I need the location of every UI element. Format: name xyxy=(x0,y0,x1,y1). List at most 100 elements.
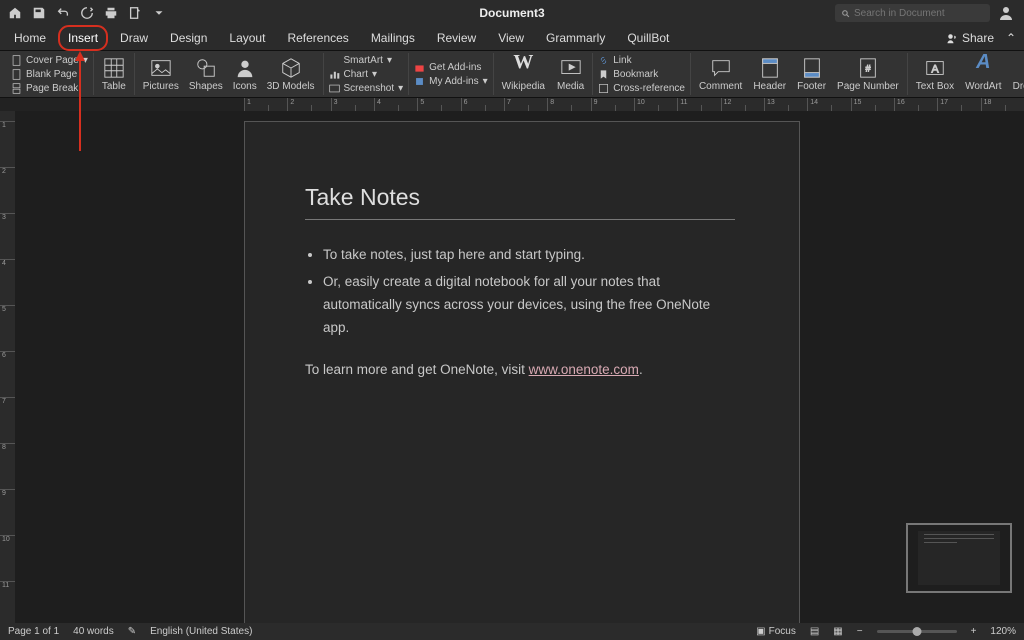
tab-references[interactable]: References xyxy=(285,28,350,48)
cube-icon xyxy=(280,57,302,79)
tab-mailings[interactable]: Mailings xyxy=(369,28,417,48)
header-icon xyxy=(759,57,781,79)
tab-draw[interactable]: Draw xyxy=(118,28,150,48)
screenshot-button[interactable]: Screenshot ▾ xyxy=(329,82,404,95)
shapes-button[interactable]: Shapes xyxy=(186,53,226,95)
tab-grammarly[interactable]: Grammarly xyxy=(544,28,607,48)
wikipedia-button[interactable]: WWikipedia xyxy=(499,53,548,95)
user-account-icon[interactable] xyxy=(998,5,1014,21)
bookmark-button[interactable]: Bookmark xyxy=(598,68,685,81)
wordart-icon: A xyxy=(972,57,994,79)
store-icon xyxy=(414,62,425,73)
table-icon xyxy=(103,57,125,79)
doc-heading[interactable]: Take Notes xyxy=(305,184,739,211)
status-page[interactable]: Page 1 of 1 xyxy=(8,626,59,637)
smartart-button[interactable]: SmartArt ▾ xyxy=(329,54,404,67)
chart-icon xyxy=(329,69,340,80)
media-icon xyxy=(560,57,582,79)
ribbon-expand-icon[interactable]: ⌃ xyxy=(1006,31,1016,45)
search-icon xyxy=(841,8,850,19)
document-page[interactable]: Take Notes To take notes, just tap here … xyxy=(244,121,800,623)
page-icon xyxy=(11,69,22,80)
vertical-ruler[interactable]: 1234567891011 xyxy=(0,111,15,623)
media-button[interactable]: Media xyxy=(554,53,587,95)
undo-icon[interactable] xyxy=(56,6,70,20)
pictures-button[interactable]: Pictures xyxy=(140,53,182,95)
bookmark-icon xyxy=(598,69,609,80)
tab-insert[interactable]: Insert xyxy=(66,28,100,48)
footer-icon xyxy=(801,57,823,79)
link-button[interactable]: Link xyxy=(598,54,685,67)
comment-icon xyxy=(710,57,732,79)
focus-mode-button[interactable]: ▣ Focus xyxy=(756,626,796,637)
horizontal-ruler[interactable]: 123456789101112131415161718 xyxy=(0,98,1024,111)
view-web-icon[interactable]: ▦ xyxy=(833,626,842,637)
wikipedia-icon: W xyxy=(512,57,534,79)
tab-quillbot[interactable]: QuillBot xyxy=(625,28,671,48)
home-icon[interactable] xyxy=(8,6,22,20)
redo-icon[interactable] xyxy=(80,6,94,20)
icons-icon xyxy=(234,57,256,79)
tab-review[interactable]: Review xyxy=(435,28,478,48)
zoom-in-button[interactable]: + xyxy=(971,626,977,637)
tab-view[interactable]: View xyxy=(496,28,526,48)
doc-bullet[interactable]: Or, easily create a digital notebook for… xyxy=(323,271,723,340)
share-label: Share xyxy=(962,31,994,45)
text-box-icon: A xyxy=(924,57,946,79)
share-icon xyxy=(946,32,958,44)
3d-models-button[interactable]: 3D Models xyxy=(264,53,318,95)
page-number-button[interactable]: #Page Number xyxy=(834,53,902,95)
tab-home[interactable]: Home xyxy=(12,28,48,48)
blank-page-button[interactable]: Blank Page xyxy=(11,68,88,81)
smartart-icon xyxy=(329,55,340,66)
status-language[interactable]: English (United States) xyxy=(150,626,252,637)
doc-paragraph[interactable]: To learn more and get OneNote, visit www… xyxy=(305,362,739,377)
screenshot-icon xyxy=(329,83,340,94)
text-box-button[interactable]: AText Box xyxy=(913,53,957,95)
drop-cap-button[interactable]: ADrop Cap xyxy=(1010,53,1024,95)
save-icon[interactable] xyxy=(32,6,46,20)
view-print-icon[interactable]: ▤ xyxy=(810,626,819,637)
wordart-button[interactable]: AWordArt xyxy=(962,53,1005,95)
pictures-icon xyxy=(150,57,172,79)
print-icon[interactable] xyxy=(104,6,118,20)
document-title: Document3 xyxy=(479,6,544,20)
navigation-thumbnail[interactable] xyxy=(906,523,1012,593)
header-button[interactable]: Header xyxy=(750,53,789,95)
chart-button[interactable]: Chart ▾ xyxy=(329,68,404,81)
zoom-slider[interactable] xyxy=(877,630,957,633)
footer-button[interactable]: Footer xyxy=(794,53,829,95)
shapes-icon xyxy=(195,57,217,79)
comment-button[interactable]: Comment xyxy=(696,53,745,95)
tab-design[interactable]: Design xyxy=(168,28,209,48)
addins-icon xyxy=(414,76,425,87)
my-addins-button[interactable]: My Add-ins ▾ xyxy=(414,75,488,88)
svg-text:#: # xyxy=(865,63,871,73)
tab-layout[interactable]: Layout xyxy=(227,28,267,48)
break-icon xyxy=(11,83,22,94)
cross-reference-button[interactable]: Cross-reference xyxy=(598,82,685,95)
page-icon xyxy=(11,55,22,66)
new-icon[interactable] xyxy=(128,6,142,20)
svg-text:A: A xyxy=(931,63,939,75)
icons-button[interactable]: Icons xyxy=(230,53,260,95)
zoom-level[interactable]: 120% xyxy=(990,626,1016,637)
search-box[interactable] xyxy=(835,4,990,22)
doc-link[interactable]: www.onenote.com xyxy=(529,362,639,377)
status-spellcheck-icon[interactable]: ✎ xyxy=(128,626,136,637)
status-word-count[interactable]: 40 words xyxy=(73,626,114,637)
page-break-button[interactable]: Page Break xyxy=(11,82,88,95)
page-number-icon: # xyxy=(857,57,879,79)
document-canvas[interactable]: Take Notes To take notes, just tap here … xyxy=(15,111,1024,623)
xref-icon xyxy=(598,83,609,94)
cover-page-button[interactable]: Cover Page ▾ xyxy=(11,54,88,67)
table-button[interactable]: Table xyxy=(99,57,129,92)
search-input[interactable] xyxy=(854,8,984,19)
doc-bullet[interactable]: To take notes, just tap here and start t… xyxy=(323,244,723,267)
link-icon xyxy=(598,55,609,66)
zoom-out-button[interactable]: − xyxy=(857,626,863,637)
share-button[interactable]: Share xyxy=(946,31,994,45)
get-addins-button[interactable]: Get Add-ins xyxy=(414,61,488,74)
chevron-down-icon[interactable] xyxy=(152,6,166,20)
doc-heading-rule xyxy=(305,219,735,220)
